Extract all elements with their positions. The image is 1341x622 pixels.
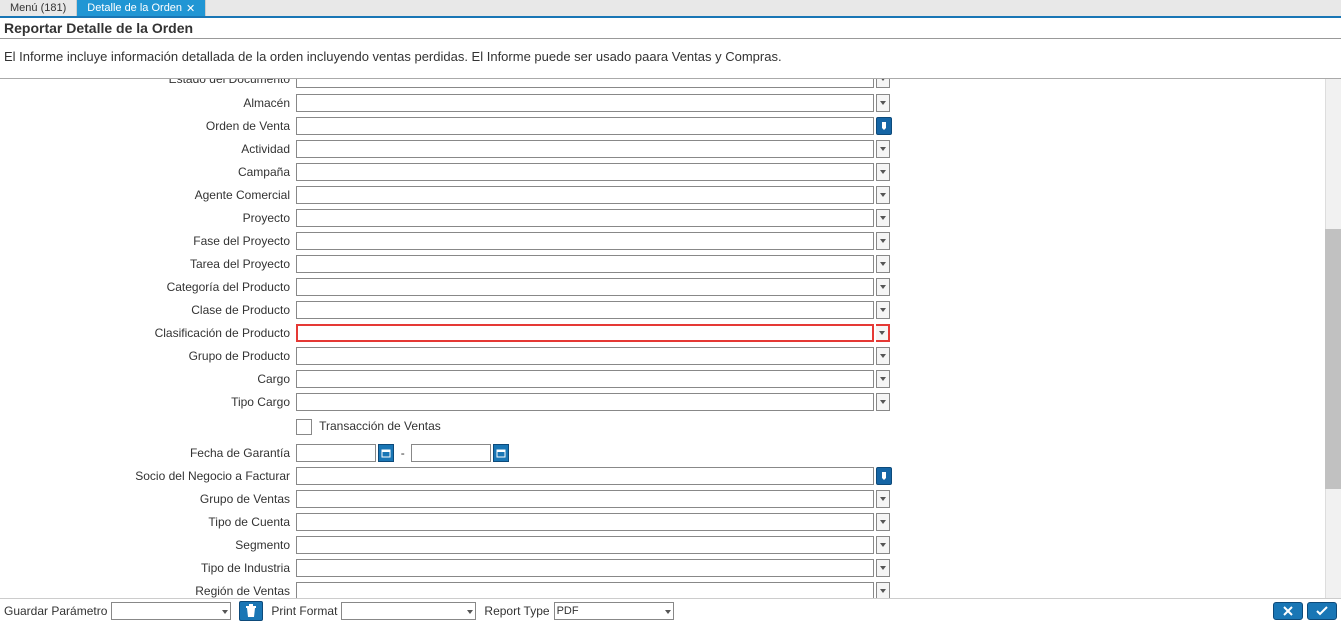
- estado-documento-field[interactable]: [296, 79, 874, 88]
- label-categoria-producto: Categoría del Producto: [0, 280, 296, 294]
- label-proyecto: Proyecto: [0, 211, 296, 225]
- dropdown-icon[interactable]: [876, 393, 890, 411]
- label-socio-facturar: Socio del Negocio a Facturar: [0, 469, 296, 483]
- label-fecha-garantia: Fecha de Garantía: [0, 446, 296, 460]
- fecha-garantia-to[interactable]: [411, 444, 491, 462]
- dropdown-icon[interactable]: [876, 278, 890, 296]
- dropdown-icon[interactable]: [876, 490, 890, 508]
- tarea-proyecto-field[interactable]: [296, 255, 874, 273]
- tab-menu[interactable]: Menú (181): [0, 0, 77, 16]
- dropdown-icon[interactable]: [876, 347, 890, 365]
- calendar-icon[interactable]: [493, 444, 509, 462]
- categoria-producto-field[interactable]: [296, 278, 874, 296]
- calendar-icon[interactable]: [378, 444, 394, 462]
- dropdown-icon[interactable]: [876, 513, 890, 531]
- scrollbar-track[interactable]: [1325, 79, 1341, 598]
- label-clasificacion-producto: Clasificación de Producto: [0, 326, 296, 340]
- dropdown-icon[interactable]: [876, 582, 890, 599]
- dropdown-icon[interactable]: [876, 79, 890, 88]
- label-almacen: Almacén: [0, 96, 296, 110]
- agente-comercial-field[interactable]: [296, 186, 874, 204]
- lookup-icon[interactable]: [876, 467, 892, 485]
- almacen-field[interactable]: [296, 94, 874, 112]
- report-type-select[interactable]: PDF: [554, 602, 674, 620]
- lookup-icon[interactable]: [876, 117, 892, 135]
- dropdown-icon[interactable]: [876, 186, 890, 204]
- proyecto-field[interactable]: [296, 209, 874, 227]
- print-format-select[interactable]: [341, 602, 476, 620]
- tab-detalle-label: Detalle de la Orden: [87, 2, 182, 14]
- actividad-field[interactable]: [296, 140, 874, 158]
- label-print-format: Print Format: [271, 604, 337, 618]
- orden-venta-field[interactable]: [296, 117, 874, 135]
- tipo-cargo-field[interactable]: [296, 393, 874, 411]
- label-tipo-industria: Tipo de Industria: [0, 561, 296, 575]
- tipo-industria-field[interactable]: [296, 559, 874, 577]
- grupo-producto-field[interactable]: [296, 347, 874, 365]
- label-agente-comercial: Agente Comercial: [0, 188, 296, 202]
- label-report-type: Report Type: [484, 604, 549, 618]
- label-actividad: Actividad: [0, 142, 296, 156]
- tab-menu-label: Menú (181): [10, 2, 66, 14]
- dropdown-icon[interactable]: [876, 163, 890, 181]
- label-grupo-producto: Grupo de Producto: [0, 349, 296, 363]
- dropdown-icon[interactable]: [876, 370, 890, 388]
- dropdown-icon[interactable]: [876, 140, 890, 158]
- label-region-ventas: Región de Ventas: [0, 584, 296, 598]
- label-campana: Campaña: [0, 165, 296, 179]
- tipo-cuenta-field[interactable]: [296, 513, 874, 531]
- label-tipo-cuenta: Tipo de Cuenta: [0, 515, 296, 529]
- cancel-button[interactable]: [1273, 602, 1303, 620]
- region-ventas-field[interactable]: [296, 582, 874, 599]
- ok-button[interactable]: [1307, 602, 1337, 620]
- label-clase-producto: Clase de Producto: [0, 303, 296, 317]
- close-icon[interactable]: ✕: [186, 2, 195, 15]
- label-fase-proyecto: Fase del Proyecto: [0, 234, 296, 248]
- dropdown-icon[interactable]: [876, 301, 890, 319]
- page-description: El Informe incluye información detallada…: [0, 39, 1341, 78]
- label-grupo-ventas: Grupo de Ventas: [0, 492, 296, 506]
- page-title: Reportar Detalle de la Orden: [4, 20, 1337, 36]
- label-estado-documento: Estado del Documento: [0, 79, 296, 86]
- campana-field[interactable]: [296, 163, 874, 181]
- label-tarea-proyecto: Tarea del Proyecto: [0, 257, 296, 271]
- label-orden-venta: Orden de Venta: [0, 119, 296, 133]
- clase-producto-field[interactable]: [296, 301, 874, 319]
- label-cargo: Cargo: [0, 372, 296, 386]
- label-segmento: Segmento: [0, 538, 296, 552]
- label-guardar-parametro: Guardar Parámetro: [4, 604, 107, 618]
- socio-facturar-field[interactable]: [296, 467, 874, 485]
- dropdown-icon[interactable]: [876, 536, 890, 554]
- clasificacion-producto-field[interactable]: [296, 324, 874, 342]
- form-body: Estado del Documento Almacén Orden de Ve…: [0, 79, 1341, 598]
- dropdown-icon[interactable]: [876, 232, 890, 250]
- transaccion-ventas-checkbox[interactable]: [296, 419, 312, 435]
- dropdown-icon[interactable]: [876, 324, 890, 342]
- cargo-field[interactable]: [296, 370, 874, 388]
- scrollbar-thumb[interactable]: [1325, 229, 1341, 489]
- label-tipo-cargo: Tipo Cargo: [0, 395, 296, 409]
- tab-detalle-orden[interactable]: Detalle de la Orden ✕: [77, 0, 206, 16]
- dropdown-icon[interactable]: [876, 94, 890, 112]
- label-transaccion-ventas: Transacción de Ventas: [319, 419, 441, 433]
- fecha-garantia-from[interactable]: [296, 444, 376, 462]
- grupo-ventas-field[interactable]: [296, 490, 874, 508]
- fase-proyecto-field[interactable]: [296, 232, 874, 250]
- guardar-parametro-select[interactable]: [111, 602, 231, 620]
- dropdown-icon[interactable]: [876, 209, 890, 227]
- delete-button[interactable]: [239, 601, 263, 621]
- dropdown-icon[interactable]: [876, 559, 890, 577]
- dropdown-icon[interactable]: [876, 255, 890, 273]
- segmento-field[interactable]: [296, 536, 874, 554]
- report-type-value: PDF: [557, 605, 579, 617]
